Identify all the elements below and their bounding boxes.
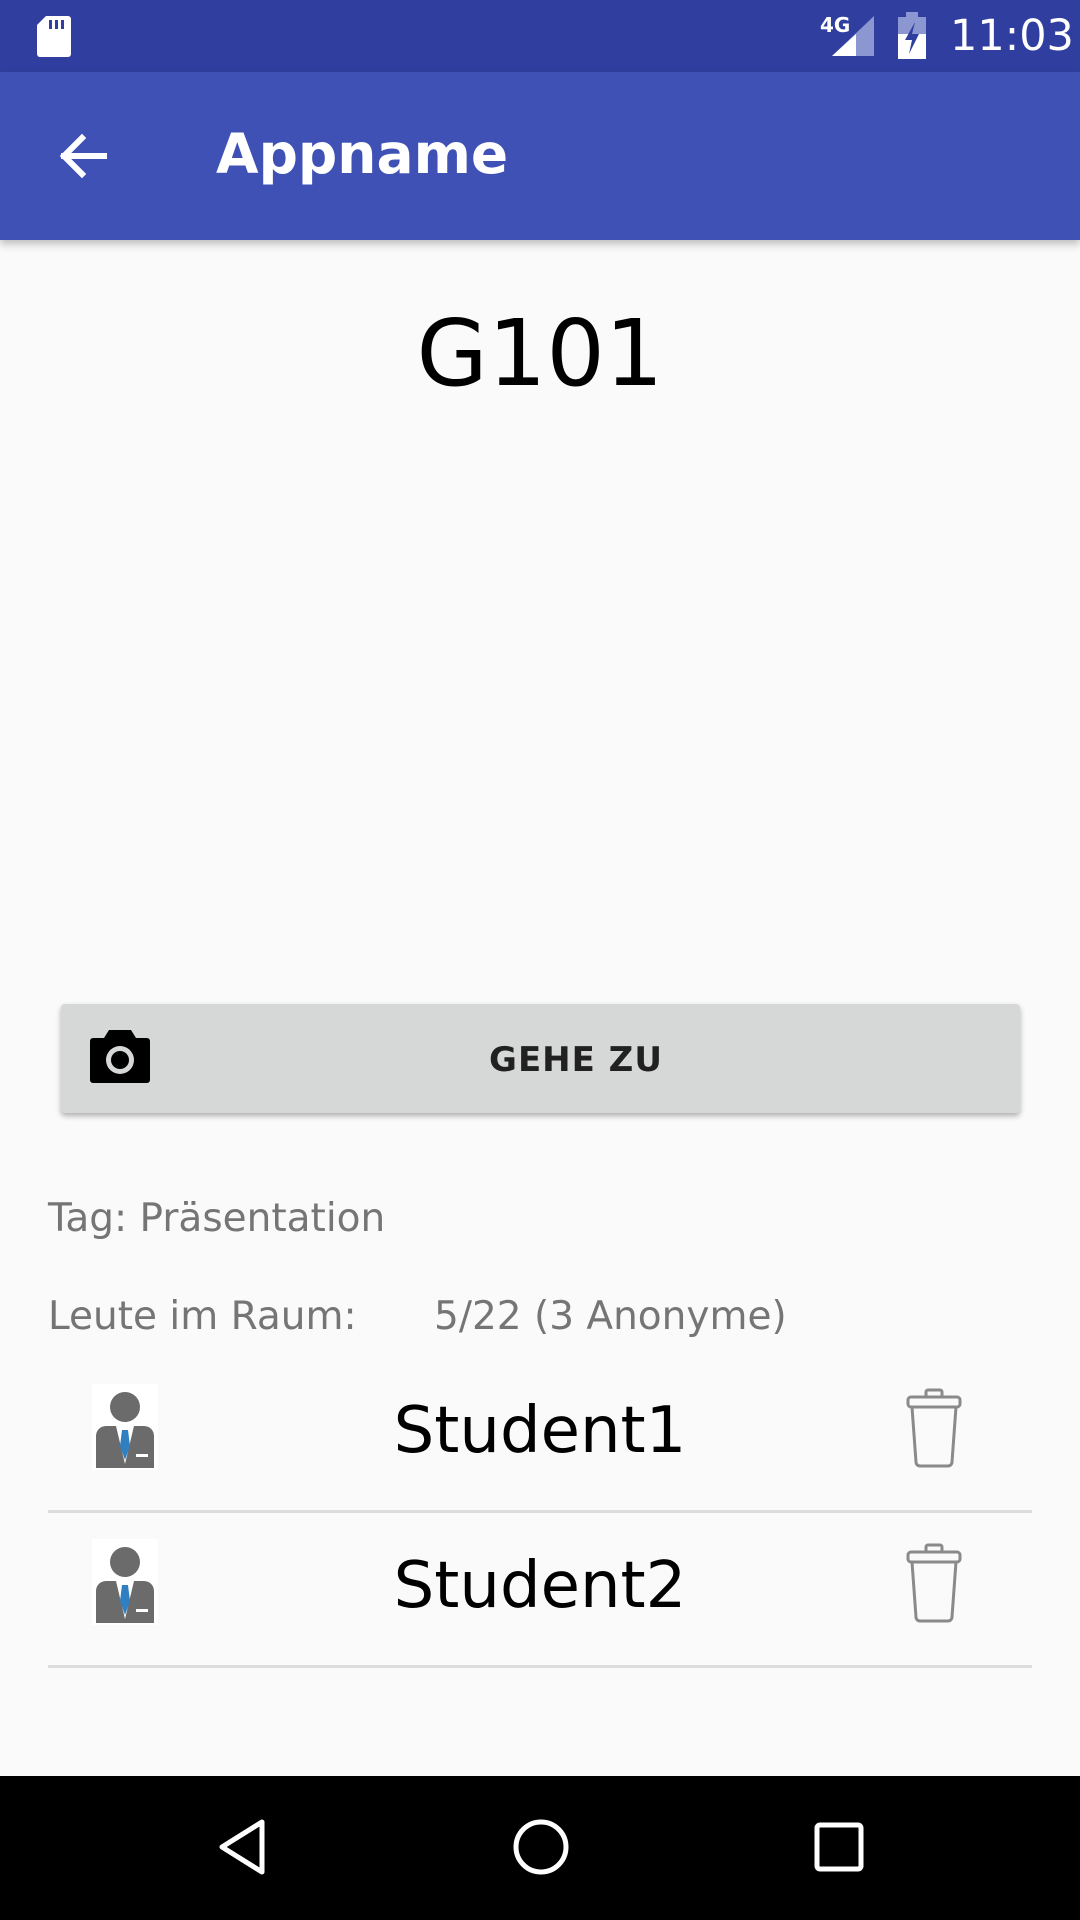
- trash-icon[interactable]: [904, 1388, 964, 1468]
- back-arrow-icon[interactable]: [52, 124, 116, 188]
- screen: 4G 11:03 Appname G101 GEHE ZU Tag: Präse…: [0, 0, 1080, 1920]
- nav-recent-apps-icon[interactable]: [806, 1814, 872, 1880]
- people-count: 5/22 (3 Anonyme): [434, 1294, 787, 1339]
- signal-icon: [832, 16, 874, 56]
- status-clock: 11:03: [950, 11, 1074, 61]
- student-name: Student1: [393, 1394, 687, 1468]
- navigation-bar: [0, 1776, 1080, 1920]
- status-bar: 4G 11:03: [0, 0, 1080, 72]
- student-row[interactable]: Student1: [48, 1358, 1032, 1513]
- trash-icon[interactable]: [904, 1543, 964, 1623]
- tag-text: Tag: Präsentation: [48, 1196, 386, 1241]
- sd-card-icon: [37, 16, 71, 57]
- room-title: G101: [416, 300, 664, 407]
- nav-back-icon[interactable]: [210, 1814, 276, 1880]
- student-row[interactable]: Student2: [48, 1513, 1032, 1668]
- nav-home-icon[interactable]: [508, 1814, 574, 1880]
- people-label: Leute im Raum:: [48, 1294, 357, 1339]
- goto-button[interactable]: GEHE ZU: [61, 1004, 1020, 1113]
- student-name: Student2: [393, 1549, 687, 1623]
- app-title: Appname: [216, 122, 509, 186]
- goto-button-label: GEHE ZU: [489, 1040, 663, 1080]
- battery-charging-icon: [898, 12, 926, 59]
- student-list: Student1 Student2: [48, 1358, 1032, 1668]
- app-bar: Appname: [0, 72, 1080, 240]
